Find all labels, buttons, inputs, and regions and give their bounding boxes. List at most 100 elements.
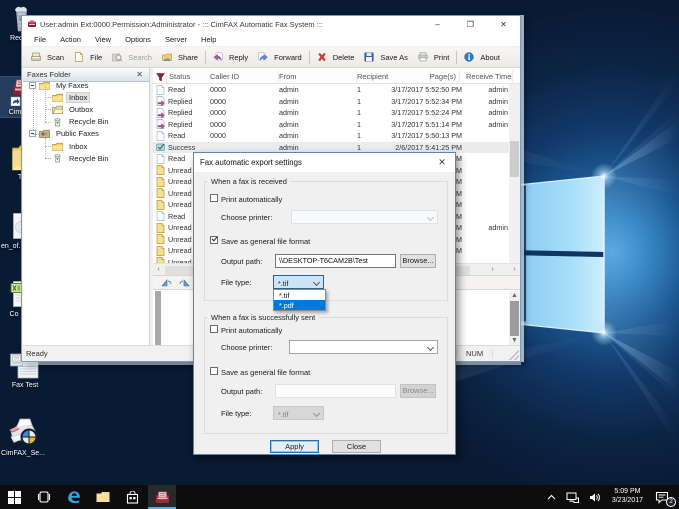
menu-server[interactable]: Server xyxy=(158,35,194,44)
menu-help[interactable]: Help xyxy=(194,35,223,44)
received-filetype-chevron-icon xyxy=(314,280,320,286)
task-view-button[interactable] xyxy=(30,485,58,509)
panel-close-icon[interactable]: ✕ xyxy=(134,70,145,79)
close-button[interactable]: ✕ xyxy=(487,16,520,32)
edge-browser-button[interactable] xyxy=(60,485,88,509)
sent-browse-button[interactable]: Browse... xyxy=(400,384,436,398)
list-vertical-scrollbar[interactable]: ▲ ▼ xyxy=(509,84,520,263)
scroll-up-icon[interactable]: ▲ xyxy=(509,84,520,94)
sent-output-input[interactable] xyxy=(275,384,396,398)
received-print-label[interactable]: Print automatically xyxy=(221,195,282,204)
rotate-left-icon[interactable] xyxy=(157,277,175,289)
toolbar-scan-button[interactable]: Scan xyxy=(26,49,69,66)
search-icon xyxy=(112,52,125,62)
menu-view[interactable]: View xyxy=(88,35,118,44)
tree-connector-line xyxy=(45,138,46,158)
tree-item-public-faxes[interactable]: Public Faxes xyxy=(29,128,102,140)
tray-chevron-up-icon[interactable] xyxy=(542,485,561,509)
resize-grip[interactable] xyxy=(509,350,519,360)
tree-item-inbox[interactable]: Inbox xyxy=(52,91,90,103)
cimfax-taskbar-button[interactable] xyxy=(148,485,176,509)
fax-row-4[interactable]: Replied0000admin13/17/2017 5:51:14 PMadm… xyxy=(153,119,509,131)
sent-save-label[interactable]: Save as general file format xyxy=(221,368,310,377)
taskbar-clock[interactable]: 5:09 PM 3/23/2017 xyxy=(606,485,649,509)
tree-item-recycle-bin[interactable]: Recycle Bin xyxy=(52,152,112,164)
status-ready-text: Ready xyxy=(26,349,48,358)
toolbar-about-button[interactable]: About xyxy=(459,49,505,66)
tree-item-outbox[interactable]: Outbox xyxy=(52,103,96,115)
maximize-button[interactable]: ❐ xyxy=(454,16,487,32)
minimize-button[interactable]: – xyxy=(421,16,454,32)
sent-print-checkbox[interactable] xyxy=(210,325,218,333)
fax-row-5[interactable]: Read0000admin13/17/2017 5:50:13 PM xyxy=(153,130,509,142)
received-save-checkbox[interactable] xyxy=(210,236,218,244)
close-dialog-button[interactable]: Close xyxy=(332,440,381,453)
toolbar-button-label: Share xyxy=(178,53,198,62)
tree-connector-line xyxy=(45,146,51,147)
tree-item-inbox[interactable]: Inbox xyxy=(52,140,90,152)
toolbar-forward-button[interactable]: Forward xyxy=(253,49,307,66)
tree-connector-line xyxy=(45,158,51,159)
toolbar-file-button[interactable]: File xyxy=(69,49,107,66)
menu-options[interactable]: Options xyxy=(118,35,158,44)
dropdown-option-tif[interactable]: *.tif xyxy=(274,290,325,300)
scroll-right2-icon[interactable]: › xyxy=(509,265,520,275)
dropdown-option-pdf[interactable]: *.pdf xyxy=(274,300,325,310)
toolbar-save-as-button[interactable]: Save As xyxy=(359,49,413,66)
scroll-left-icon[interactable]: ‹ xyxy=(153,265,164,275)
preview-vertical-scrollbar[interactable]: ▲ ▼ xyxy=(509,291,520,345)
received-browse-button[interactable]: Browse... xyxy=(400,254,436,268)
column-header-caller-id[interactable]: Caller ID xyxy=(210,70,279,84)
list-vscroll-thumb[interactable] xyxy=(510,141,519,177)
file-explorer-button[interactable] xyxy=(89,485,117,509)
desktop-icon-cimfax-se[interactable]: CimFAX_Se... xyxy=(0,417,46,458)
menu-action[interactable]: Action xyxy=(53,35,88,44)
rotate-right-icon[interactable] xyxy=(175,277,193,289)
main-title-bar[interactable]: User:admin Ext:0000 Permission:Administr… xyxy=(22,16,520,32)
received-filetype-combo[interactable]: *.tif xyxy=(273,275,324,289)
tree-item-my-faxes[interactable]: My Faxes xyxy=(29,79,92,91)
tree-collapse-icon[interactable] xyxy=(29,82,36,89)
action-center-icon[interactable]: 2 xyxy=(649,485,679,509)
scroll-right-icon[interactable]: › xyxy=(487,265,498,275)
menu-file[interactable]: File xyxy=(27,35,53,44)
fax-row-3[interactable]: Replied0000admin13/17/2017 5:52:24 PMadm… xyxy=(153,107,509,119)
sent-filetype-combo[interactable]: *.tif xyxy=(273,406,324,420)
filter-funnel-icon[interactable] xyxy=(153,70,167,84)
preview-scroll-down-icon[interactable]: ▼ xyxy=(509,336,520,345)
received-save-label[interactable]: Save as general file format xyxy=(221,237,310,246)
column-header-receive-time[interactable]: Receive Time xyxy=(466,70,513,84)
volume-icon[interactable] xyxy=(584,485,606,509)
received-print-checkbox[interactable] xyxy=(210,194,218,202)
column-header-status[interactable]: Status xyxy=(169,70,210,84)
sent-print-label[interactable]: Print automatically xyxy=(221,326,282,335)
start-button[interactable] xyxy=(0,485,28,509)
dialog-title-bar[interactable]: Fax automatic export settings ✕ xyxy=(194,153,455,172)
sent-printer-combo[interactable] xyxy=(289,340,438,354)
fax-row-2[interactable]: Replied0000admin13/17/2017 5:52:34 PMadm… xyxy=(153,96,509,108)
toolbar-button-label: Save As xyxy=(380,53,408,62)
column-header-from[interactable]: From xyxy=(279,70,357,84)
preview-vscroll-thumb[interactable] xyxy=(510,301,519,337)
toolbar-reply-button[interactable]: Reply xyxy=(208,49,253,66)
column-header-page-s-[interactable]: Page(s) xyxy=(408,70,460,84)
scroll-down-icon[interactable]: ▼ xyxy=(509,253,520,263)
fax-row-1[interactable]: Read0000admin13/17/2017 5:52:50 PMadmin xyxy=(153,84,509,96)
apply-button[interactable]: Apply xyxy=(270,440,319,453)
toolbar-delete-button[interactable]: Delete xyxy=(312,49,360,66)
store-button[interactable] xyxy=(118,485,146,509)
cell-status: Read xyxy=(168,131,185,141)
sent-save-checkbox[interactable] xyxy=(210,367,218,375)
received-filetype-label: File type: xyxy=(221,278,251,287)
system-tray: 5:09 PM 3/23/2017 2 xyxy=(542,485,679,509)
toolbar-search-button[interactable]: Search xyxy=(107,49,157,66)
tree-item-recycle-bin[interactable]: Recycle Bin xyxy=(52,116,112,128)
toolbar-print-button[interactable]: Print xyxy=(413,49,454,66)
dialog-close-icon[interactable]: ✕ xyxy=(429,157,455,168)
received-printer-combo[interactable] xyxy=(291,210,438,224)
preview-scroll-up-icon[interactable]: ▲ xyxy=(509,291,520,300)
toolbar-share-button[interactable]: Share xyxy=(157,49,203,66)
received-output-input[interactable]: \\DESKTOP-T6CAM2B\Test xyxy=(275,254,396,268)
network-icon[interactable] xyxy=(561,485,584,509)
sent-output-label: Output path: xyxy=(221,387,262,396)
